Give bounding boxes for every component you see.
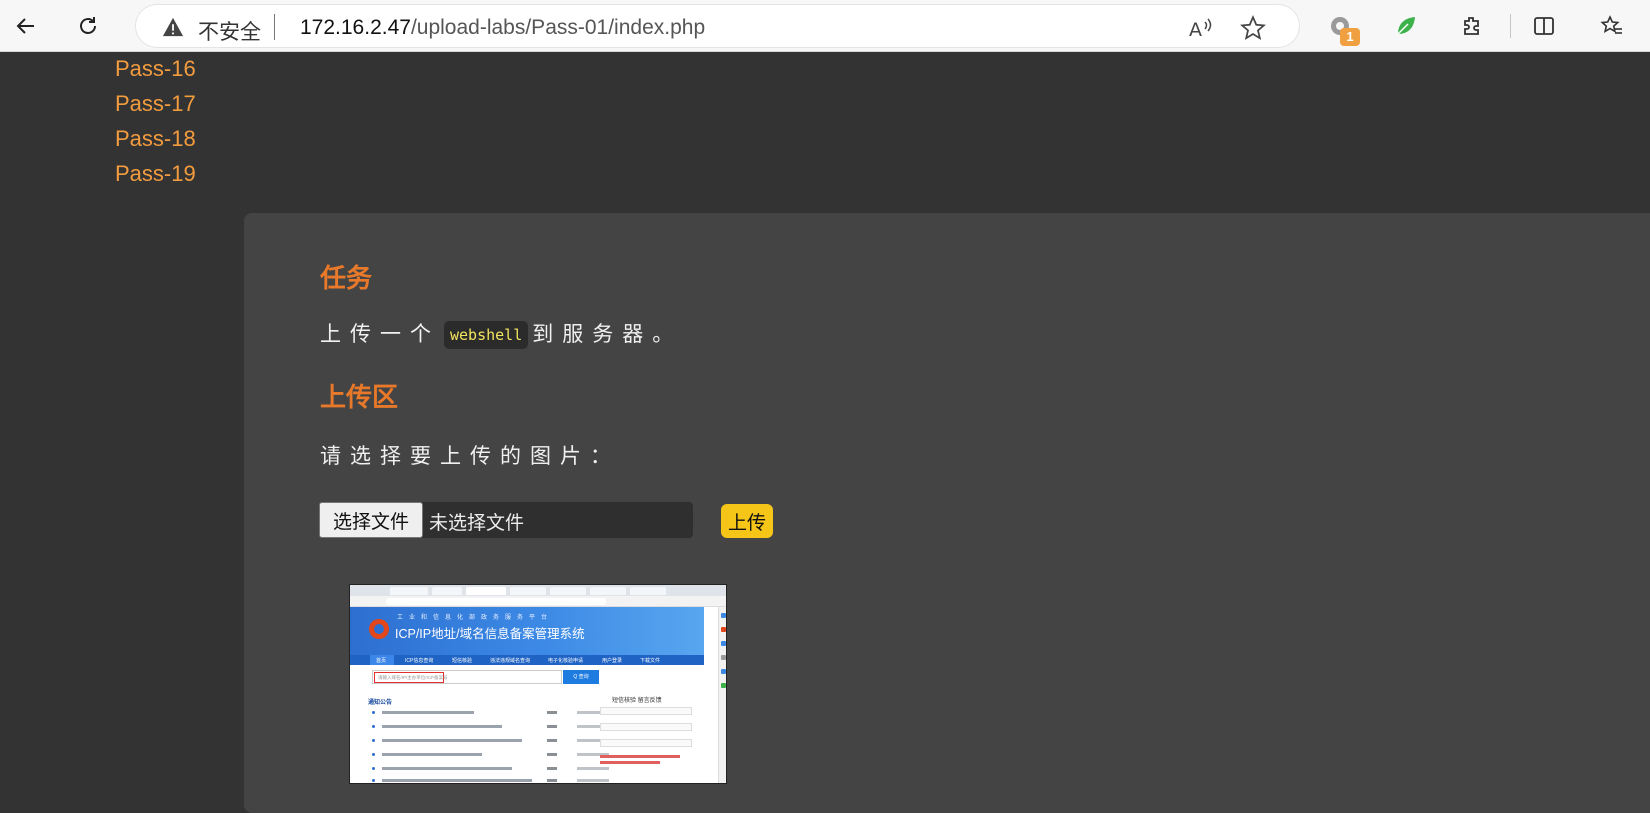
upload-prompt: 请选择要上传的图片： bbox=[320, 445, 620, 468]
toolbar-separator bbox=[1510, 14, 1511, 38]
preview-nav-item: 违法违规域名查询 bbox=[490, 658, 531, 664]
back-icon[interactable] bbox=[8, 8, 44, 44]
uploaded-image-preview: 工业和信息化部政务服务平台 ICP/IP地址/域名信息备案管理系统 首页 ICP… bbox=[349, 584, 727, 784]
reload-icon[interactable] bbox=[70, 8, 106, 44]
preview-nav: 首页 ICP信息查询 短信核验 违法违规域名查询 电子化核验申请 用户登录 下载… bbox=[350, 655, 704, 665]
task-code: webshell bbox=[444, 321, 529, 350]
address-separator bbox=[274, 14, 275, 40]
security-status-label[interactable]: 不安全 bbox=[198, 16, 261, 46]
warning-icon[interactable] bbox=[162, 16, 184, 38]
split-screen-icon[interactable] bbox=[1526, 8, 1562, 44]
leaf-extension-icon[interactable] bbox=[1388, 8, 1424, 44]
preview-banner: 工业和信息化部政务服务平台 ICP/IP地址/域名信息备案管理系统 bbox=[350, 607, 704, 655]
preview-nav-item: 用户登录 bbox=[602, 658, 623, 664]
preview-login-form bbox=[600, 707, 696, 777]
puzzle-icon[interactable] bbox=[1454, 8, 1490, 44]
preview-tab-strip bbox=[350, 585, 726, 596]
task-heading: 任务 bbox=[320, 263, 373, 293]
preview-nav-item: 首页 bbox=[376, 658, 387, 664]
url-host: 172.16.2.47 bbox=[300, 16, 411, 39]
preview-nav-item: 短信核验 bbox=[452, 658, 473, 664]
extension-badge: 1 bbox=[1340, 28, 1360, 46]
read-aloud-icon[interactable]: A bbox=[1188, 15, 1214, 41]
sidebar-link-pass-16[interactable]: Pass-16 bbox=[115, 56, 196, 82]
upload-heading: 上传区 bbox=[320, 382, 399, 412]
preview-side-toolbar bbox=[718, 607, 726, 783]
browser-toolbar: 不安全 172.16.2.47/upload-labs/Pass-01/inde… bbox=[0, 0, 1650, 52]
favorites-icon[interactable] bbox=[1594, 8, 1630, 44]
sidebar-link-pass-17[interactable]: Pass-17 bbox=[115, 91, 196, 117]
file-input[interactable]: 选择文件 未选择文件 bbox=[319, 502, 693, 538]
sidebar-link-pass-19[interactable]: Pass-19 bbox=[115, 161, 196, 187]
preview-nav-item: ICP信息查询 bbox=[405, 658, 434, 664]
sidebar-link-pass-18[interactable]: Pass-18 bbox=[115, 126, 196, 152]
preview-section-title: 通知公告 bbox=[368, 700, 393, 706]
svg-text:A: A bbox=[1189, 19, 1202, 41]
choose-file-button[interactable]: 选择文件 bbox=[319, 502, 423, 538]
task-description: 上传一个 webshell 到服务器。 bbox=[320, 318, 683, 350]
no-file-label: 未选择文件 bbox=[429, 513, 525, 534]
task-text-before: 上传一个 bbox=[320, 323, 440, 346]
preview-search-input: 请输入域名/IP/主办单位/ICP备案号 bbox=[372, 670, 562, 684]
preview-logo-icon bbox=[369, 619, 389, 639]
preview-side-tabs: 短信核验 留言反馈 bbox=[612, 698, 662, 704]
url-path: /upload-labs/Pass-01/index.php bbox=[410, 16, 706, 39]
preview-banner-title: ICP/IP地址/域名信息备案管理系统 bbox=[395, 627, 585, 641]
upload-submit-button[interactable]: 上传 bbox=[721, 504, 773, 538]
task-text-after: 到服务器。 bbox=[532, 323, 683, 346]
preview-nav-item: 下载文件 bbox=[640, 658, 661, 664]
preview-nav-item: 电子化核验申请 bbox=[548, 658, 584, 664]
preview-search-button: Q 查询 bbox=[563, 670, 599, 684]
url-text[interactable]: 172.16.2.47/upload-labs/Pass-01/index.ph… bbox=[300, 16, 705, 40]
favorite-star-icon[interactable] bbox=[1240, 15, 1266, 41]
preview-address-bar bbox=[350, 596, 726, 607]
preview-banner-subtitle: 工业和信息化部政务服务平台 bbox=[397, 615, 554, 621]
address-bar[interactable]: 不安全 172.16.2.47/upload-labs/Pass-01/inde… bbox=[135, 4, 1300, 48]
preview-search-placeholder: 请输入域名/IP/主办单位/ICP备案号 bbox=[374, 672, 448, 683]
